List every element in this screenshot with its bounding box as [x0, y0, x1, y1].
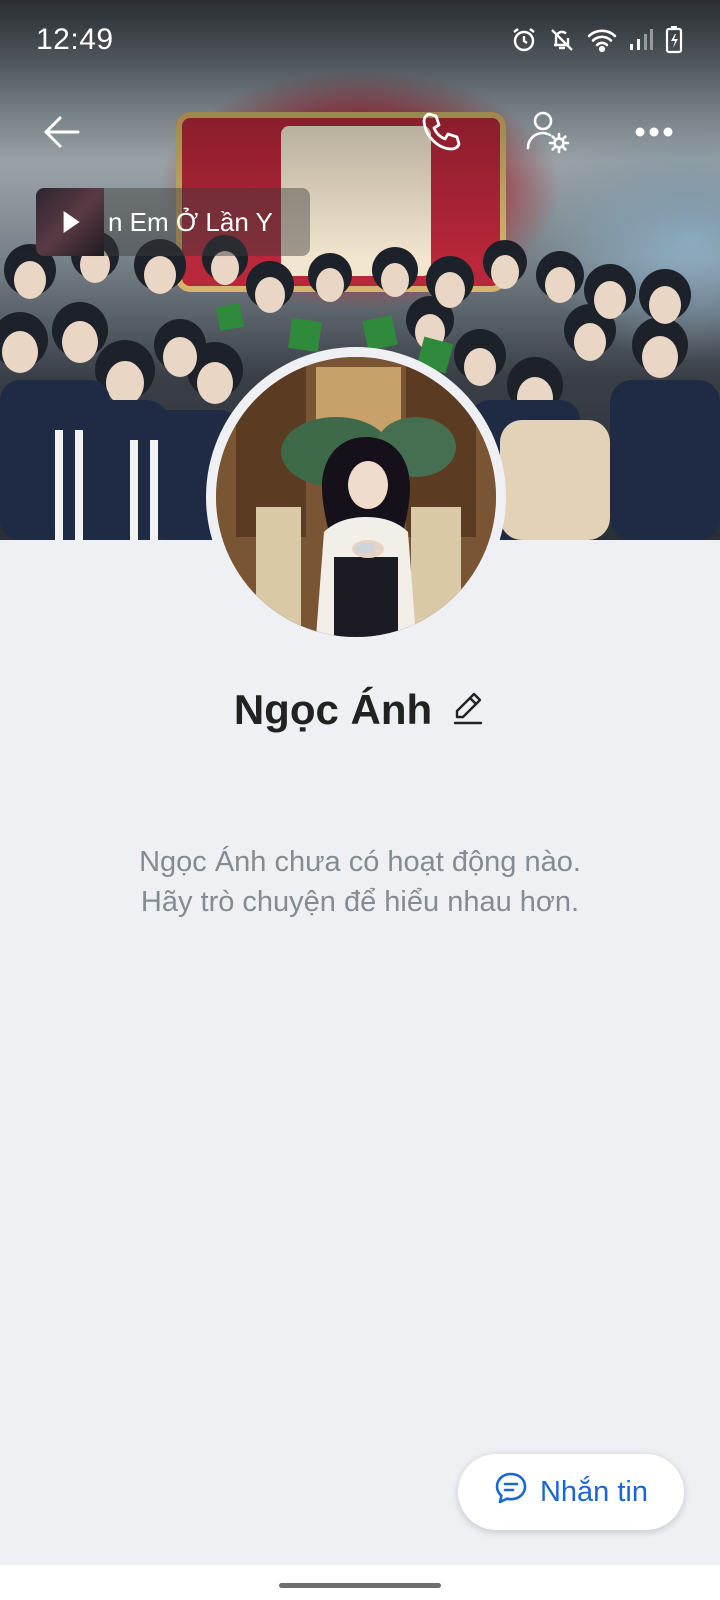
pencil-icon: [452, 691, 484, 730]
alarm-icon: [510, 26, 538, 54]
arrow-left-icon: [40, 110, 84, 154]
status-icons: [510, 25, 684, 55]
status-time: 12:49: [36, 23, 114, 56]
call-button[interactable]: [410, 100, 474, 164]
music-cover-thumbnail: [36, 188, 104, 256]
profile-settings-button[interactable]: [516, 100, 580, 164]
wifi-icon: [586, 26, 618, 54]
back-button[interactable]: [30, 100, 94, 164]
more-horizontal-icon: [634, 126, 674, 138]
home-gesture-handle[interactable]: [279, 1583, 441, 1588]
music-title: n Em Ở Lần Y: [108, 206, 273, 237]
battery-icon: [664, 25, 684, 55]
avatar[interactable]: [216, 357, 496, 637]
system-navigation-bar: [0, 1565, 720, 1600]
signal-icon: [628, 26, 654, 54]
phone-icon: [419, 109, 465, 155]
send-message-button[interactable]: Nhắn tin: [458, 1454, 684, 1530]
profile-name: Ngọc Ánh: [233, 686, 433, 733]
user-settings-icon: [524, 108, 572, 156]
status-bar: 12:49: [0, 0, 720, 80]
top-toolbar: [0, 100, 720, 170]
edit-name-button[interactable]: [450, 692, 486, 728]
more-options-button[interactable]: [622, 100, 686, 164]
play-icon: [63, 211, 80, 233]
bell-off-icon: [548, 26, 576, 54]
empty-activity-message: Ngọc Ánh chưa có hoạt động nào. Hãy trò …: [60, 842, 660, 922]
chat-bubble-icon: [494, 1471, 528, 1513]
avatar-photo: [216, 357, 496, 637]
profile-screen: 12:49 n Em Ở Lần Y Ngọc Ánh Ngọc Ánh chư…: [0, 0, 720, 1600]
empty-message-line-2: Hãy trò chuyện để hiểu nhau hơn.: [140, 886, 580, 918]
avatar-ring: [206, 347, 506, 647]
profile-name-row: Ngọc Ánh: [0, 680, 720, 740]
profile-music-chip[interactable]: n Em Ở Lần Y: [36, 188, 310, 256]
empty-message-line-1: Ngọc Ánh chưa có hoạt động nào.: [139, 846, 581, 878]
send-message-label: Nhắn tin: [539, 1475, 648, 1508]
